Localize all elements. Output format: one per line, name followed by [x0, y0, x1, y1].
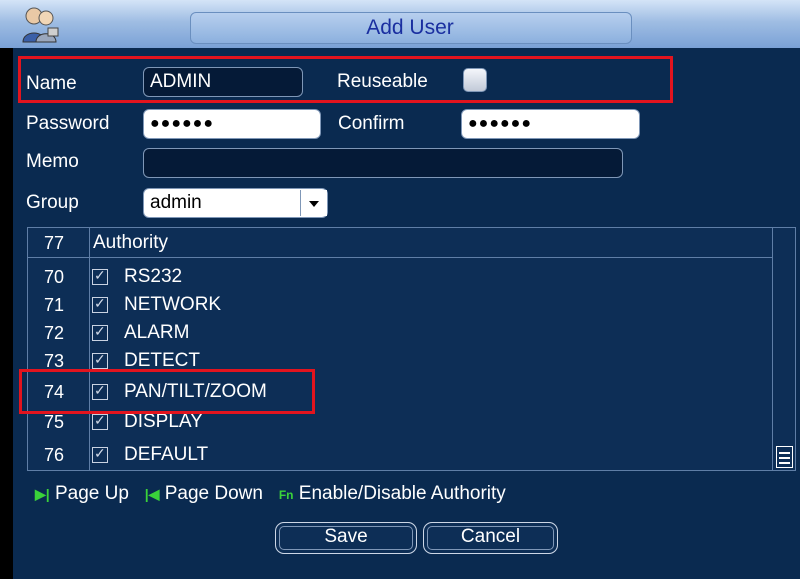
table-row-num: 75: [44, 412, 65, 432]
table-row-num: 71: [44, 295, 65, 315]
list-header-label: Authority: [93, 232, 168, 253]
authority-checkbox[interactable]: [92, 323, 108, 341]
list-header-divider: [27, 257, 772, 258]
confirm-label: Confirm: [338, 113, 405, 134]
reuseable-checkbox[interactable]: [463, 68, 487, 92]
users-icon: [22, 7, 59, 43]
cancel-button[interactable]: Cancel: [423, 522, 558, 554]
dialog-title: Add User: [366, 16, 454, 39]
page-up-icon: ▶|: [35, 486, 50, 502]
name-field[interactable]: ADMIN: [143, 67, 303, 97]
fn-icon: Fn: [278, 488, 294, 502]
page-up-hint: Page Up: [54, 483, 129, 504]
name-label: Name: [26, 73, 77, 94]
scroll-handle[interactable]: [776, 446, 793, 468]
table-row-label: ALARM: [124, 322, 190, 343]
page-down-hint: Page Down: [164, 483, 263, 504]
memo-label: Memo: [26, 151, 79, 172]
confirm-value: ●●●●●●: [468, 115, 532, 132]
group-value: admin: [150, 192, 202, 213]
memo-field[interactable]: [143, 148, 623, 178]
chevron-down-icon[interactable]: [300, 190, 327, 216]
authority-checkbox[interactable]: [92, 445, 108, 463]
password-value: ●●●●●●: [150, 115, 214, 132]
table-row-num: 73: [44, 351, 65, 371]
list-scrollbar[interactable]: [772, 228, 795, 470]
table-row-label: DEFAULT: [124, 444, 209, 465]
table-row-num: 70: [44, 267, 65, 287]
list-header-num: 77: [44, 233, 65, 253]
table-row-label: PAN/TILT/ZOOM: [124, 381, 267, 402]
confirm-field[interactable]: ●●●●●●: [461, 109, 640, 139]
reuseable-label: Reuseable: [337, 71, 428, 92]
authority-checkbox[interactable]: [92, 412, 108, 430]
password-field[interactable]: ●●●●●●: [143, 109, 321, 139]
save-button[interactable]: Save: [275, 522, 417, 554]
table-row-label: RS232: [124, 266, 183, 287]
add-user-dialog: Add User Name ADMIN Reuseable Password ●…: [0, 0, 800, 579]
table-row-label: NETWORK: [124, 294, 222, 315]
table-row-label: DETECT: [124, 350, 200, 371]
fn-hint: Enable/Disable Authority: [298, 483, 506, 504]
keyboard-hints: ▶| Page Up |◀ Page Down Fn Enable/Disabl…: [35, 482, 506, 506]
password-label: Password: [26, 113, 110, 134]
authority-checkbox[interactable]: [92, 382, 108, 400]
table-row-num: 76: [44, 445, 65, 465]
table-row-label: DISPLAY: [124, 411, 203, 432]
table-row-num: 74: [44, 382, 65, 402]
authority-checkbox[interactable]: [92, 295, 108, 313]
group-label: Group: [26, 192, 79, 213]
table-row-num: 72: [44, 323, 65, 343]
page-down-icon: |◀: [144, 486, 160, 502]
authority-checkbox[interactable]: [92, 267, 108, 285]
authority-checkbox[interactable]: [92, 351, 108, 369]
list-column-divider: [89, 228, 90, 470]
